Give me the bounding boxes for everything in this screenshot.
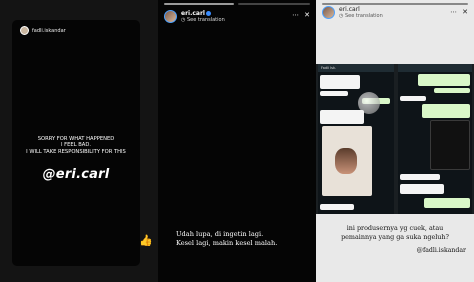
story-panel-1: fadli.iskandar SORRY FOR WHAT HAPPENED I…: [0, 0, 158, 282]
caption-line-2: Kesel lagi, makin kesel malah.: [176, 239, 278, 247]
story-header: fadli.iskandar: [20, 26, 66, 35]
caption-line-1: Udah lupa, di ingetin lagi.: [176, 230, 264, 238]
caption-line-1: ini produsernya yg cuek, atau: [346, 224, 444, 232]
see-translation-label[interactable]: See translation: [187, 17, 225, 23]
apology-text: SORRY FOR WHAT HAPPENED I FEEL BAD. I WI…: [12, 136, 140, 155]
see-translation-label[interactable]: See translation: [345, 13, 383, 19]
chat-bubble: [400, 174, 440, 180]
shared-video[interactable]: [430, 120, 470, 170]
avatar[interactable]: [322, 6, 335, 19]
chat-screenshot-left: Fadli Isk.: [318, 64, 394, 214]
story-panel-2: eri.carl ◷ See translation ⋯ ✕ Udah lupa…: [158, 0, 316, 282]
story-controls: ⋯ ✕: [292, 11, 310, 19]
progress-bar: [164, 3, 234, 5]
chat-bubble: [434, 88, 470, 93]
thumbs-up-icon: 👍: [139, 234, 153, 247]
story-header: eri.carl ◷ See translation: [322, 6, 383, 20]
chat-bubble: [418, 74, 470, 86]
shared-image[interactable]: [322, 126, 372, 196]
progress-bar: [238, 3, 310, 5]
photo-face: [335, 148, 357, 174]
avatar[interactable]: [20, 26, 29, 35]
chat-bubble: [320, 110, 364, 124]
chat-bubble: [320, 75, 360, 89]
mention-sticker[interactable]: @eri.carl: [12, 163, 140, 182]
chat-bubble: [320, 204, 354, 210]
username[interactable]: fadli.iskandar: [32, 28, 66, 34]
story-controls: ⋯ ✕: [450, 8, 468, 16]
chat-bubble: [320, 91, 348, 96]
close-icon[interactable]: ✕: [462, 8, 468, 16]
progress-bar: [322, 3, 468, 5]
username[interactable]: eri.carl: [181, 10, 205, 17]
more-icon[interactable]: ⋯: [292, 11, 299, 19]
close-icon[interactable]: ✕: [304, 11, 310, 19]
chat-header: [398, 64, 472, 72]
story-panel-3: eri.carl ◷ See translation ⋯ ✕ Fadli Isk…: [316, 0, 474, 282]
chat-header: Fadli Isk.: [318, 64, 394, 72]
story-caption: ini produsernya yg cuek, atau pemainnya …: [316, 224, 474, 241]
chat-screenshot-right: [398, 64, 472, 214]
avatar[interactable]: [164, 10, 177, 23]
see-translation-link[interactable]: ◷ See translation: [339, 13, 383, 20]
more-icon[interactable]: ⋯: [450, 8, 457, 16]
username-row[interactable]: eri.carl: [181, 10, 225, 17]
chat-screenshots: Fadli Isk.: [316, 64, 474, 214]
apology-line-3: I WILL TAKE RESPONSIBILITY FOR THIS: [26, 148, 126, 155]
story-caption: Udah lupa, di ingetin lagi. Kesel lagi, …: [176, 230, 277, 248]
story-card[interactable]: fadli.iskandar SORRY FOR WHAT HAPPENED I…: [12, 20, 140, 266]
story-header: eri.carl ◷ See translation: [164, 10, 225, 24]
mention-handle[interactable]: @eri.carl: [43, 167, 110, 182]
chat-bubble: [424, 198, 470, 208]
credit-handle[interactable]: @fadli.iskandar: [417, 247, 466, 254]
chat-bubble: [400, 184, 444, 194]
verified-badge-icon: [206, 11, 211, 16]
chat-header-name: Fadli Isk.: [321, 66, 337, 70]
caption-line-2: pemainnya yang ga suka ngeluh?: [341, 232, 449, 241]
chat-bubble: [422, 104, 470, 118]
username[interactable]: eri.carl: [339, 6, 383, 13]
see-translation-link[interactable]: ◷ See translation: [181, 17, 225, 24]
chat-bubble: [400, 96, 426, 101]
